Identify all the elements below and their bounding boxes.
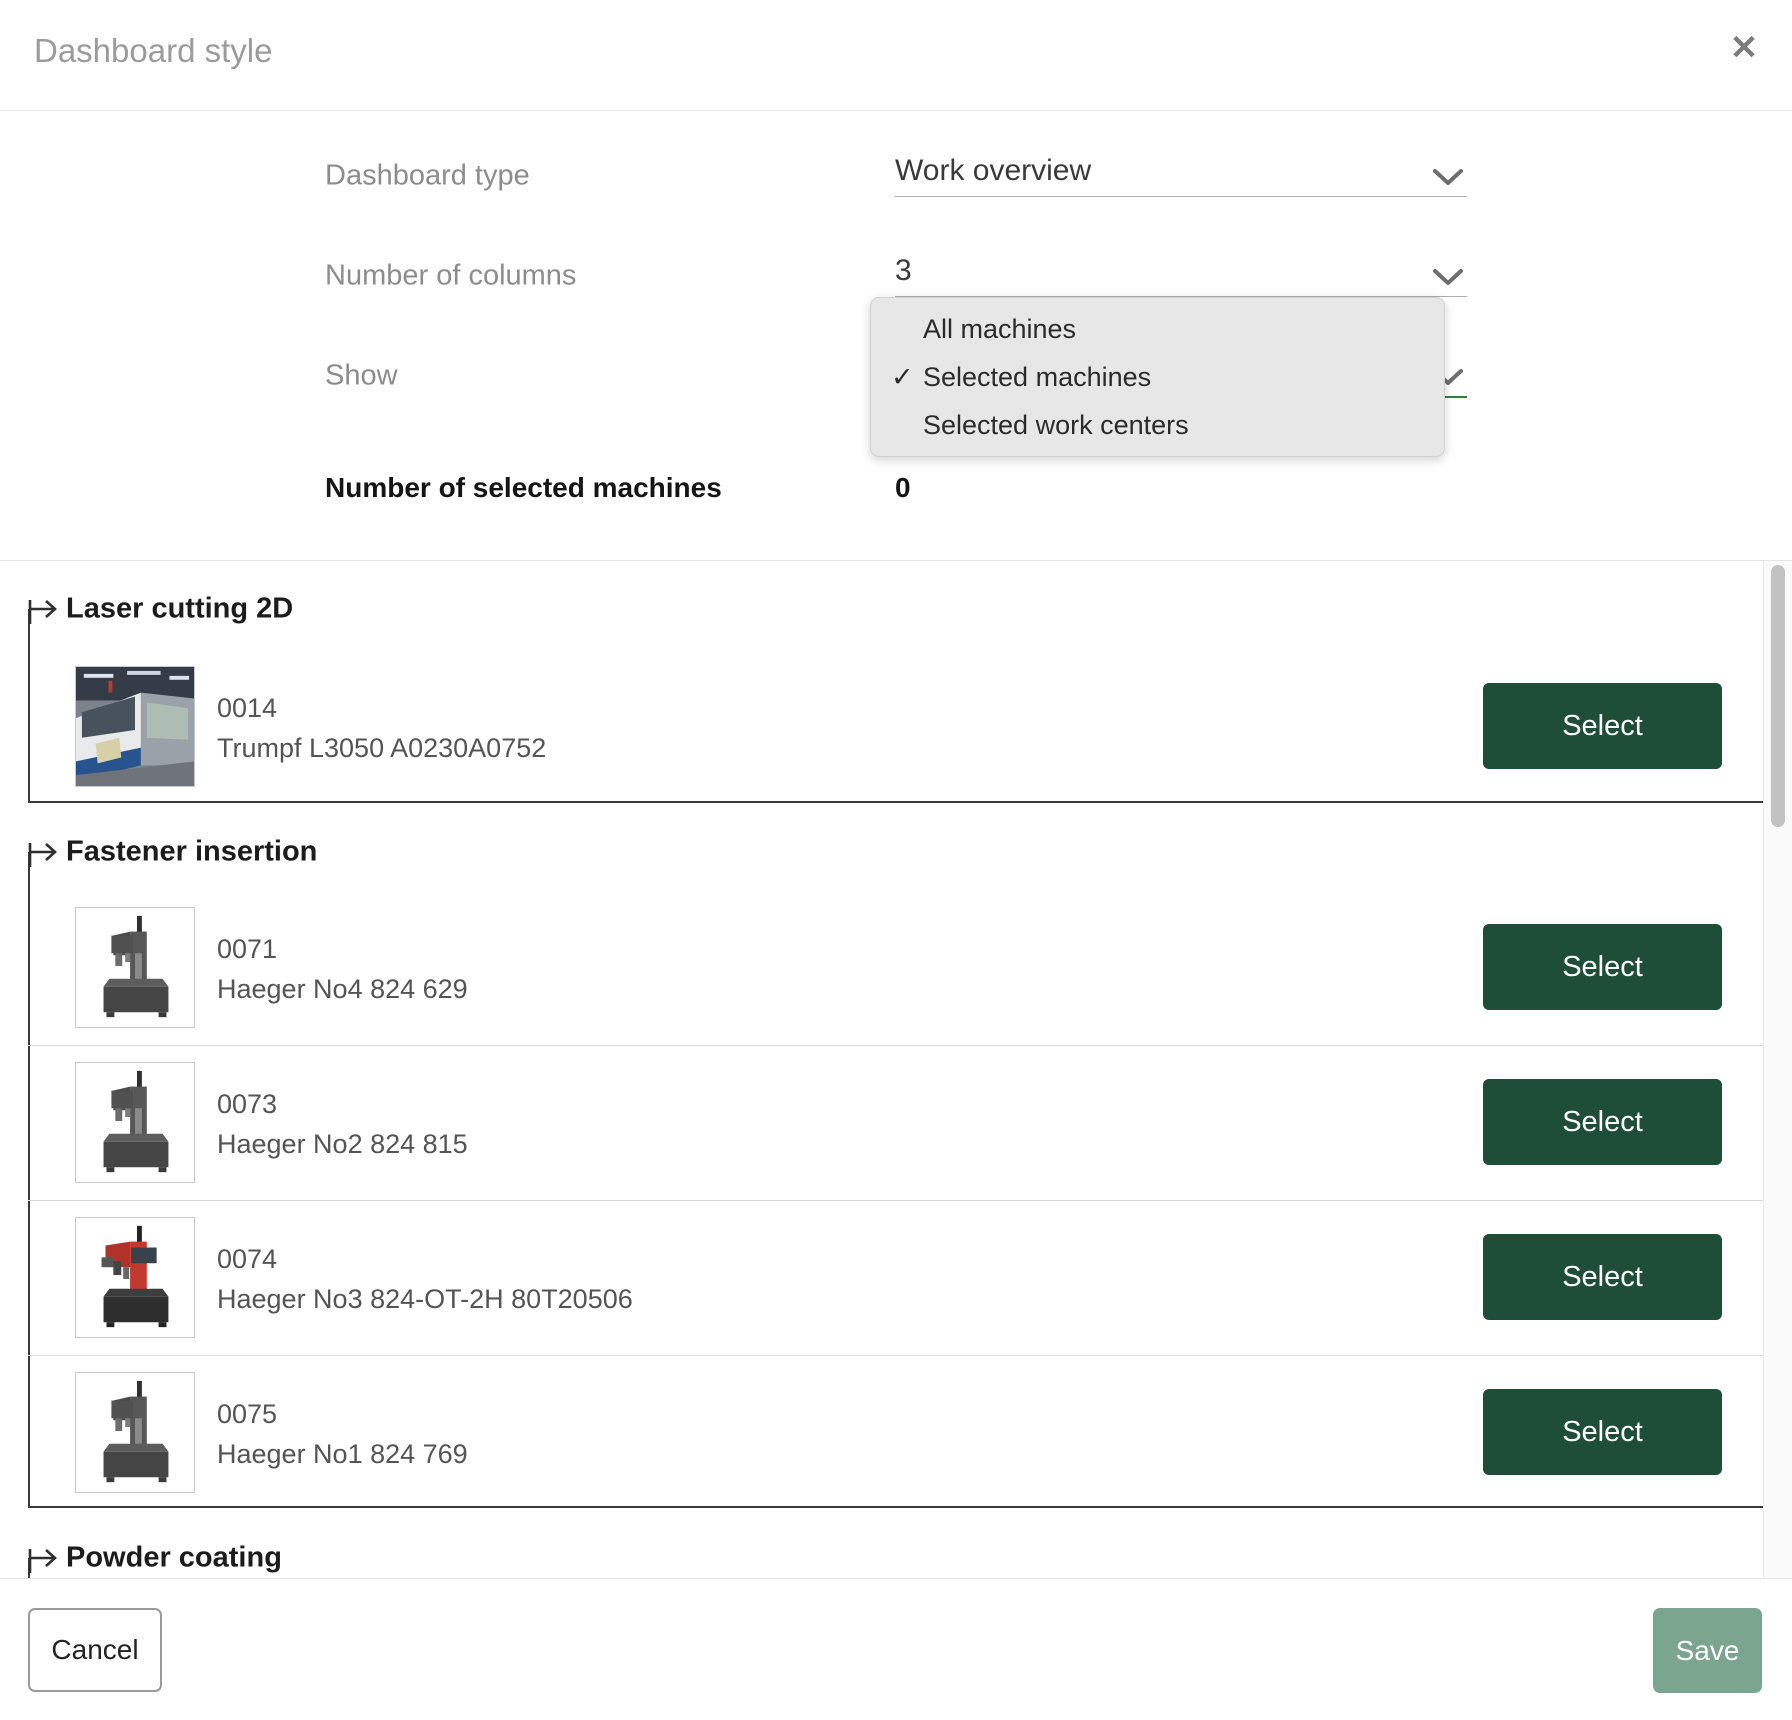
select-machine-button[interactable]: Select bbox=[1483, 1234, 1722, 1320]
select-machine-button[interactable]: Select bbox=[1483, 924, 1722, 1010]
select-machine-button[interactable]: Select bbox=[1483, 1389, 1722, 1475]
machine-code: 0074 bbox=[217, 1239, 633, 1279]
row-divider bbox=[28, 1045, 1763, 1046]
machine-name: Haeger No1 824 769 bbox=[217, 1434, 468, 1474]
menu-item-all-machines[interactable]: All machines bbox=[871, 305, 1444, 353]
row-divider bbox=[28, 1355, 1763, 1356]
show-label: Show bbox=[325, 360, 398, 393]
form-row-selected-count: Number of selected machines 0 bbox=[0, 458, 1792, 518]
group-title: Powder coating bbox=[66, 1542, 282, 1575]
number-of-columns-value: 3 bbox=[895, 254, 912, 288]
machine-code: 0071 bbox=[217, 929, 468, 969]
select-machine-button[interactable]: Select bbox=[1483, 683, 1722, 769]
haeger-red-machine-photo bbox=[75, 1217, 195, 1338]
haeger-gray-machine-photo bbox=[75, 1062, 195, 1183]
machine-row: 0071Haeger No4 824 629 bbox=[217, 929, 468, 1009]
haeger-gray-machine-photo bbox=[75, 907, 195, 1028]
machine-list: Laser cutting 2D 0014Trumpf L3050 A0230A0… bbox=[0, 560, 1792, 1579]
dashboard-type-value: Work overview bbox=[895, 154, 1091, 188]
save-button[interactable]: Save bbox=[1653, 1608, 1762, 1693]
show-dropdown-menu: All machines ✓ Selected machines Selecte… bbox=[870, 297, 1445, 457]
number-of-columns-select[interactable]: 3 bbox=[895, 250, 1467, 297]
selected-count-value: 0 bbox=[895, 472, 911, 504]
scrollbar-track[interactable] bbox=[1763, 561, 1792, 1578]
haeger-gray-machine-photo bbox=[75, 1372, 195, 1493]
group-title: Fastener insertion bbox=[66, 836, 317, 869]
machine-row: 0073Haeger No2 824 815 bbox=[217, 1084, 468, 1164]
cancel-button[interactable]: Cancel bbox=[28, 1608, 162, 1692]
laser-machine-photo bbox=[75, 666, 195, 787]
chevron-down-icon bbox=[1433, 269, 1463, 286]
machine-code: 0014 bbox=[217, 688, 546, 728]
group-arrow-icon bbox=[28, 1543, 62, 1573]
machine-name: Haeger No2 824 815 bbox=[217, 1124, 468, 1164]
dashboard-type-label: Dashboard type bbox=[325, 160, 530, 193]
number-of-columns-label: Number of columns bbox=[325, 260, 576, 293]
check-icon: ✓ bbox=[891, 353, 914, 401]
row-divider bbox=[28, 1200, 1763, 1201]
machine-code: 0075 bbox=[217, 1394, 468, 1434]
form-row-dashboard-type: Dashboard type Work overview bbox=[0, 146, 1792, 206]
group-title: Laser cutting 2D bbox=[66, 593, 293, 626]
menu-item-selected-work-centers[interactable]: Selected work centers bbox=[871, 401, 1444, 449]
page-title: Dashboard style bbox=[34, 32, 272, 70]
machine-name: Trumpf L3050 A0230A0752 bbox=[217, 728, 546, 768]
menu-item-selected-machines[interactable]: ✓ Selected machines bbox=[871, 353, 1444, 401]
select-machine-button[interactable]: Select bbox=[1483, 1079, 1722, 1165]
machine-row: 0075Haeger No1 824 769 bbox=[217, 1394, 468, 1474]
machine-name: Haeger No3 824-OT-2H 80T20506 bbox=[217, 1279, 633, 1319]
selected-count-label: Number of selected machines bbox=[325, 472, 722, 504]
dashboard-style-modal: Dashboard style ✕ Dashboard type Work ov… bbox=[0, 0, 1792, 1720]
header-divider bbox=[0, 110, 1792, 111]
machine-row: 0014Trumpf L3050 A0230A0752 bbox=[217, 688, 546, 768]
chevron-down-icon bbox=[1433, 169, 1463, 186]
machine-name: Haeger No4 824 629 bbox=[217, 969, 468, 1009]
machine-row: 0074Haeger No3 824-OT-2H 80T20506 bbox=[217, 1239, 633, 1319]
close-icon[interactable]: ✕ bbox=[1722, 26, 1766, 70]
group-arrow-icon bbox=[28, 594, 62, 624]
machine-group: Powder coating bbox=[28, 1558, 1763, 1579]
group-arrow-icon bbox=[28, 837, 62, 867]
scrollbar-thumb[interactable] bbox=[1771, 565, 1785, 827]
machine-code: 0073 bbox=[217, 1084, 468, 1124]
dashboard-type-select[interactable]: Work overview bbox=[895, 150, 1467, 197]
